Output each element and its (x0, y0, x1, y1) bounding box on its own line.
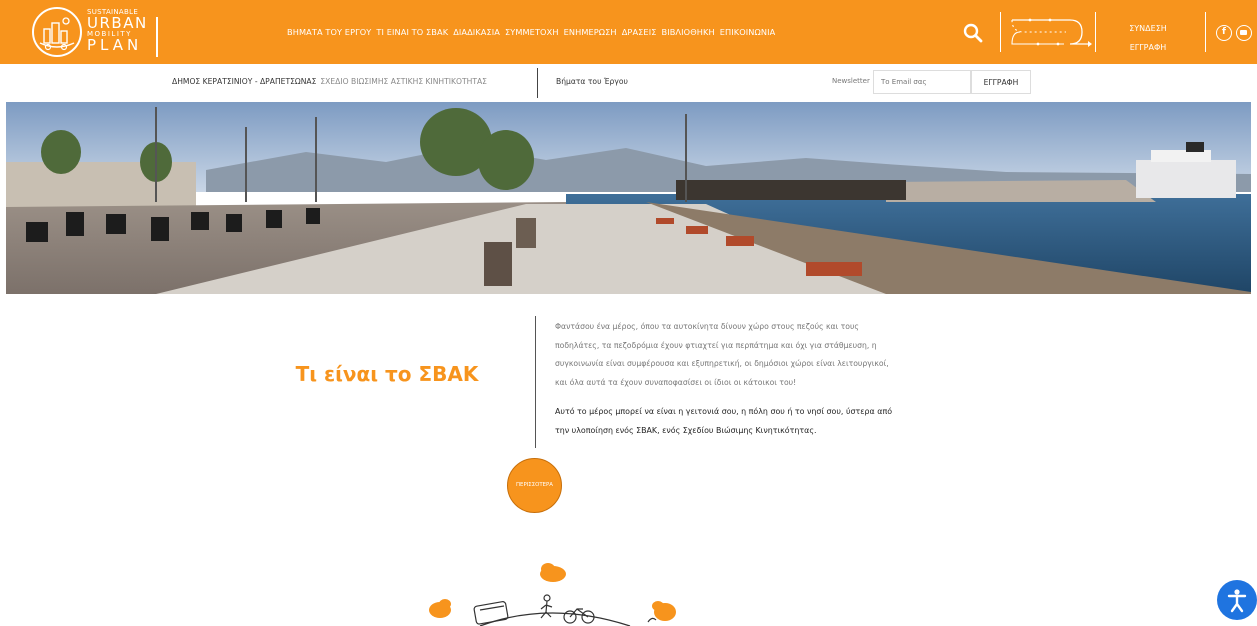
mobility-illustration (420, 560, 690, 626)
nav-library[interactable]: ΒΙΒΛΙΟΘΗΚΗ (661, 27, 714, 41)
page: SUSTAINABLE URBAN MOBILITY PLAN ΒΗΜΑΤΑ Τ… (0, 0, 1257, 626)
hero-banner-image (6, 102, 1251, 294)
municipality-name: ΔΗΜΟΣ ΚΕΡΑΤΣΙΝΙΟΥ - ΔΡΑΠΕΤΣΩΝΑΣ (172, 77, 317, 86)
newsletter-label: Newsletter (832, 77, 870, 85)
nav-project-steps[interactable]: ΒΗΜΑΤΑ ΤΟΥ ΕΡΓΟΥ (287, 27, 371, 41)
header-separator (1000, 12, 1001, 52)
logo-text: SUSTAINABLE URBAN MOBILITY PLAN (87, 9, 148, 53)
auth-links: ΣΥΝΔΕΣΗ ΕΓΓΡΑΦΗ (1118, 19, 1178, 57)
intro-paragraph: Φαντάσου ένα μέρος, όπου τα αυτοκίνητα δ… (555, 322, 889, 387)
top-navigation-bar: SUSTAINABLE URBAN MOBILITY PLAN ΒΗΜΑΤΑ Τ… (0, 0, 1257, 64)
intro-highlight-paragraph: Αυτό το μέρος μπορεί να είναι η γειτονιά… (555, 407, 893, 435)
register-link[interactable]: ΕΓΓΡΑΦΗ (1118, 38, 1178, 57)
nav-news[interactable]: ΕΝΗΜΕΡΩΣΗ (564, 27, 617, 41)
logo-line-plan: PLAN (87, 36, 143, 54)
login-link[interactable]: ΣΥΝΔΕΣΗ (1118, 19, 1178, 38)
logo-line-urban: URBAN (87, 14, 148, 32)
site-logo[interactable]: SUSTAINABLE URBAN MOBILITY PLAN (32, 6, 158, 58)
more-button[interactable]: ΠΕΡΙΣΣΟΤΕΡΑ (507, 458, 562, 513)
main-nav: ΒΗΜΑΤΑ ΤΟΥ ΕΡΓΟΥ ΤΙ ΕΙΝΑΙ ΤΟ ΣΒΑΚ ΔΙΑΔΙΚ… (287, 27, 775, 41)
intro-separator (535, 316, 536, 448)
municipality-title: ΔΗΜΟΣ ΚΕΡΑΤΣΙΝΙΟΥ - ΔΡΑΠΕΤΣΩΝΑΣ ΣΧΕΔΙΟ ΒΙ… (172, 77, 487, 86)
project-steps-link[interactable]: Βήματα του Έργου (556, 77, 628, 86)
plan-name: ΣΧΕΔΙΟ ΒΙΩΣΙΜΗΣ ΑΣΤΙΚΗΣ ΚΙΝΗΤΙΚΟΤΗΤΑΣ (320, 77, 487, 86)
nav-what-is-svak[interactable]: ΤΙ ΕΙΝΑΙ ΤΟ ΣΒΑΚ (376, 27, 448, 41)
nav-contact[interactable]: ΕΠΙΚΟΙΝΩΝΙΑ (720, 27, 776, 41)
section-title: Τι είναι το ΣΒΑΚ (295, 362, 479, 386)
newsletter-subscribe-button[interactable]: ΕΓΓΡΑΦΗ (971, 70, 1031, 94)
route-path-icon (1008, 12, 1092, 52)
search-icon[interactable] (962, 22, 984, 44)
nav-process[interactable]: ΔΙΑΔΙΚΑΣΙΑ (453, 27, 500, 41)
sub-header: ΔΗΜΟΣ ΚΕΡΑΤΣΙΝΙΟΥ - ΔΡΑΠΕΤΣΩΝΑΣ ΣΧΕΔΙΟ ΒΙ… (0, 64, 1257, 102)
header-separator (1205, 12, 1206, 52)
nav-actions[interactable]: ΔΡΑΣΕΙΣ (622, 27, 657, 41)
youtube-icon[interactable] (1236, 25, 1252, 41)
logo-emblem-icon (32, 7, 82, 57)
accessibility-icon[interactable] (1217, 580, 1257, 620)
newsletter-email-input[interactable] (873, 70, 971, 94)
facebook-icon[interactable]: f (1216, 25, 1232, 41)
header-separator (1095, 12, 1096, 52)
nav-participation[interactable]: ΣΥΜΜΕΤΟΧΗ (505, 27, 559, 41)
logo-divider (156, 17, 158, 57)
sub-header-separator (537, 68, 538, 98)
